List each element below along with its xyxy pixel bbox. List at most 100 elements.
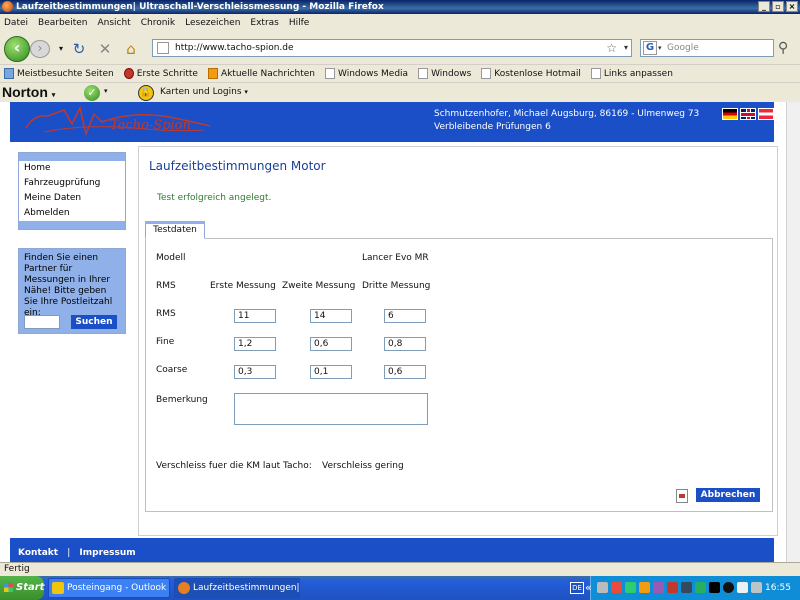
tab-testdaten[interactable]: Testdaten — [145, 221, 205, 239]
tray-shield-icon[interactable] — [653, 582, 664, 593]
firefox-task-icon — [178, 582, 190, 594]
tray-expand-icon[interactable]: « — [585, 581, 592, 594]
model-label: Modell — [156, 253, 186, 263]
bookmark-windows[interactable]: Windows — [418, 68, 471, 79]
fine-second-field[interactable]: 0,6 — [310, 337, 352, 351]
norton-dropdown-icon[interactable]: ▾ — [52, 92, 56, 99]
bookmark-meistbesuchte[interactable]: Meistbesuchte Seiten — [4, 68, 114, 79]
clock: 16:55 — [765, 583, 791, 593]
search-input[interactable]: G ▾ Google — [640, 39, 774, 57]
menu-bearbeiten[interactable]: Bearbeiten — [38, 18, 87, 28]
start-button[interactable]: Start — [0, 576, 44, 600]
sidebar-item-fahrzeugpruefung[interactable]: Fahrzeugprüfung — [19, 176, 125, 191]
postcode-input[interactable] — [24, 315, 60, 329]
search-placeholder: Google — [667, 43, 699, 53]
lock-icon[interactable]: 🔒 — [138, 85, 154, 101]
rms-third-field[interactable]: 6 — [384, 309, 426, 323]
bookmark-nachrichten[interactable]: Aktuelle Nachrichten — [207, 68, 315, 79]
austria-flag-icon[interactable] — [758, 108, 774, 120]
page-icon — [590, 68, 601, 79]
sidebar-item-home[interactable]: Home — [19, 161, 125, 176]
column-second: Zweite Messung — [282, 281, 356, 291]
vertical-scrollbar[interactable] — [786, 102, 800, 562]
url-input[interactable]: http://www.tacho-spion.de ☆ ▾ — [152, 39, 632, 57]
bookmarks-toolbar: Meistbesuchte Seiten Erste Schritte Aktu… — [0, 64, 800, 82]
tray-monitor-icon[interactable] — [681, 582, 692, 593]
rms-first-field[interactable]: 11 — [234, 309, 276, 323]
menu-ansicht[interactable]: Ansicht — [97, 18, 130, 28]
coarse-first-field[interactable]: 0,3 — [234, 365, 276, 379]
menu-datei[interactable]: Datei — [4, 18, 28, 28]
german-flag-icon[interactable] — [722, 108, 738, 120]
coarse-second-field[interactable]: 0,1 — [310, 365, 352, 379]
bookmark-star-icon[interactable]: ☆ — [606, 40, 617, 56]
site-footer: Kontakt | Impressum — [10, 538, 774, 562]
uk-flag-icon[interactable] — [740, 108, 756, 120]
cards-logins-menu[interactable]: Karten und Logins ▾ — [160, 87, 248, 97]
reload-icon[interactable]: ↻ — [70, 40, 88, 58]
tray-alert-icon[interactable] — [667, 582, 678, 593]
maximize-button[interactable]: ▫ — [772, 1, 784, 12]
stop-icon[interactable]: ✕ — [96, 40, 114, 58]
imprint-link[interactable]: Impressum — [79, 548, 135, 558]
search-engine-dropdown-icon[interactable]: ▾ — [658, 40, 662, 56]
wear-value: Verschleiss gering — [322, 461, 404, 471]
column-first: Erste Messung — [210, 281, 276, 291]
url-text: http://www.tacho-spion.de — [175, 43, 294, 53]
search-go-icon[interactable]: ⚲ — [778, 40, 788, 56]
tray-antivirus-icon[interactable] — [611, 582, 622, 593]
menu-chronik[interactable]: Chronik — [141, 18, 175, 28]
tray-app-icon[interactable] — [709, 582, 720, 593]
tray-usb-icon[interactable] — [751, 582, 762, 593]
task-firefox[interactable]: Laufzeitbestimmungen| ... — [174, 578, 300, 598]
tray-moon-icon[interactable] — [723, 582, 734, 593]
bookmark-windows-media[interactable]: Windows Media — [325, 68, 408, 79]
language-indicator[interactable]: DE — [570, 582, 584, 594]
tray-update-icon[interactable] — [625, 582, 636, 593]
pdf-icon[interactable] — [676, 489, 688, 503]
test-data-panel: Modell Lancer Evo MR RMS Erste Messung Z… — [145, 238, 773, 512]
menu-extras[interactable]: Extras — [250, 18, 278, 28]
main-content: Laufzeitbestimmungen Motor Test erfolgre… — [138, 146, 778, 536]
rms-second-field[interactable]: 14 — [310, 309, 352, 323]
fine-third-field[interactable]: 0,8 — [384, 337, 426, 351]
history-dropdown-icon[interactable]: ▾ — [52, 40, 70, 58]
forward-button[interactable]: › — [30, 40, 50, 58]
web-page: Tacho-Spion Schmutzenhofer, Michael Augs… — [0, 102, 800, 562]
bookmark-hotmail[interactable]: Kostenlose Hotmail — [481, 68, 581, 79]
search-engine-icon[interactable]: G — [643, 41, 657, 55]
back-button[interactable]: ‹ — [4, 36, 30, 62]
coarse-third-field[interactable]: 0,6 — [384, 365, 426, 379]
remarks-textarea[interactable] — [234, 393, 428, 425]
tray-battery-icon[interactable] — [695, 582, 706, 593]
sidebar-navigation: Home Fahrzeugprüfung Meine Daten Abmelde… — [18, 152, 126, 230]
fine-first-field[interactable]: 1,2 — [234, 337, 276, 351]
site-header: Tacho-Spion Schmutzenhofer, Michael Augs… — [10, 102, 774, 142]
sidebar-item-meine-daten[interactable]: Meine Daten — [19, 191, 125, 206]
language-flags — [722, 108, 774, 120]
menu-lesezeichen[interactable]: Lesezeichen — [185, 18, 240, 28]
url-dropdown-icon[interactable]: ▾ — [624, 40, 628, 56]
home-icon[interactable]: ⌂ — [122, 40, 140, 58]
menu-hilfe[interactable]: Hilfe — [289, 18, 309, 28]
footer-separator: | — [67, 548, 71, 558]
close-button[interactable]: × — [786, 1, 798, 12]
bookmark-links-anpassen[interactable]: Links anpassen — [590, 68, 673, 79]
sidebar-item-abmelden[interactable]: Abmelden — [19, 206, 125, 221]
tray-network-icon[interactable] — [597, 582, 608, 593]
cancel-button[interactable]: Abbrechen — [696, 488, 760, 502]
search-partner-button[interactable]: Suchen — [71, 315, 117, 329]
tray-security-icon[interactable] — [639, 582, 650, 593]
minimize-button[interactable]: _ — [758, 1, 770, 12]
contact-link[interactable]: Kontakt — [18, 548, 58, 558]
tray-volume-icon[interactable] — [737, 582, 748, 593]
norton-logo[interactable]: Norton ▾ — [2, 84, 55, 100]
window-title: Laufzeitbestimmungen| Ultraschall-Versch… — [16, 2, 384, 12]
user-info: Schmutzenhofer, Michael Augsburg, 86169 … — [434, 108, 699, 134]
page-icon — [325, 68, 335, 79]
row-label-rms: RMS — [156, 309, 176, 319]
norton-safe-icon[interactable]: ✓ — [84, 85, 100, 101]
bookmark-erste-schritte[interactable]: Erste Schritte — [123, 68, 198, 79]
task-outlook[interactable]: Posteingang - Outlook E... — [48, 578, 170, 598]
norton-safe-dropdown-icon[interactable]: ▾ — [104, 87, 108, 95]
